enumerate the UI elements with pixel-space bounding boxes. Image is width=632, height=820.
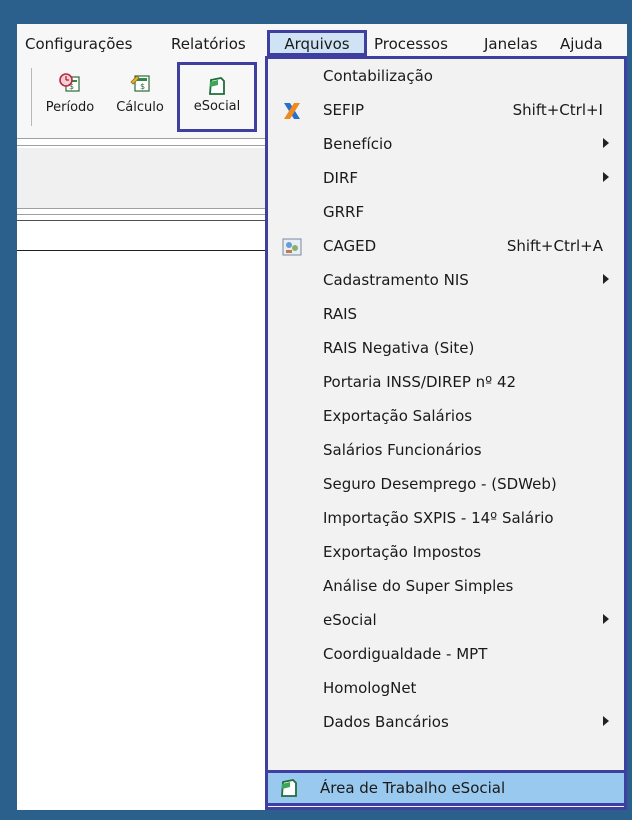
caged-icon	[282, 238, 302, 256]
menu-item-homolognet[interactable]: HomologNet	[271, 671, 621, 705]
esocial-icon	[209, 77, 225, 95]
arquivos-dropdown-menu: Contabilização SEFIP Shift+Ctrl+I Benefí…	[265, 56, 627, 810]
menu-item-contabilizacao[interactable]: Contabilização	[271, 59, 621, 93]
menu-item-label: DIRF	[323, 169, 359, 187]
submenu-arrow-icon	[603, 614, 609, 624]
menu-item-coordigualdade[interactable]: Coordigualdade - MPT	[271, 637, 621, 671]
menu-relatorios[interactable]: Relatórios	[171, 32, 246, 56]
submenu-arrow-icon	[603, 274, 609, 284]
periodo-label: Período	[45, 100, 95, 115]
application-window: Configurações Relatórios Arquivos Proces…	[17, 24, 627, 810]
submenu-arrow-icon	[603, 716, 609, 726]
menu-item-label: GRRF	[323, 203, 365, 221]
menu-item-label: CAGED	[323, 237, 377, 255]
esocial-icon	[281, 779, 297, 797]
calculator-icon: $	[130, 75, 150, 92]
shortcut-text: Shift+Ctrl+A	[506, 237, 603, 255]
calendar-clock-icon: $	[59, 73, 80, 92]
menu-item-label: RAIS Negativa (Site)	[323, 339, 475, 357]
menu-processos[interactable]: Processos	[374, 32, 448, 56]
menu-item-label: HomologNet	[323, 679, 417, 697]
menu-item-label: Exportação Impostos	[323, 543, 482, 561]
menu-item-sefip[interactable]: SEFIP Shift+Ctrl+I	[271, 93, 621, 127]
calculo-label: Cálculo	[116, 100, 164, 115]
svg-text:$: $	[140, 82, 145, 91]
menu-item-salarios-funcionarios[interactable]: Salários Funcionários	[271, 433, 621, 467]
menu-item-label: RAIS	[323, 305, 358, 323]
menu-item-rais-negativa[interactable]: RAIS Negativa (Site)	[271, 331, 621, 365]
menu-item-label: Coordigualdade - MPT	[323, 645, 488, 663]
menu-item-label: Cadastramento NIS	[323, 271, 469, 289]
calculo-button[interactable]: $ Cálculo	[107, 66, 173, 126]
menu-item-grrf[interactable]: GRRF	[271, 195, 621, 229]
menu-janelas[interactable]: Janelas	[484, 32, 538, 56]
menu-item-label: SEFIP	[323, 101, 365, 119]
sefip-x-icon	[284, 103, 300, 119]
menu-item-label: Seguro Desemprego - (SDWeb)	[323, 475, 557, 493]
submenu-arrow-icon	[603, 172, 609, 182]
toolbar-separator	[31, 68, 32, 126]
shortcut-text: Shift+Ctrl+I	[512, 101, 603, 119]
menu-item-dados-bancarios[interactable]: Dados Bancários	[271, 705, 621, 739]
menu-bar: Configurações Relatórios Arquivos Proces…	[17, 24, 627, 60]
menu-item-cadastramento-nis[interactable]: Cadastramento NIS	[271, 263, 621, 297]
esocial-toolbar-button[interactable]: eSocial	[177, 62, 257, 132]
menu-item-label: Exportação Salários	[323, 407, 473, 425]
menu-item-label: Portaria INSS/DIREP nº 42	[323, 373, 517, 391]
menu-item-exportacao-impostos[interactable]: Exportação Impostos	[271, 535, 621, 569]
menu-item-seguro-desemprego[interactable]: Seguro Desemprego - (SDWeb)	[271, 467, 621, 501]
menu-item-beneficio[interactable]: Benefício	[271, 127, 621, 161]
menu-item-analise-super-simples[interactable]: Análise do Super Simples	[271, 569, 621, 603]
menu-item-label: Benefício	[323, 135, 393, 153]
menu-item-esocial[interactable]: eSocial	[271, 603, 621, 637]
menu-item-importacao-sxpis[interactable]: Importação SXPIS - 14º Salário	[271, 501, 621, 535]
menu-item-label: Salários Funcionários	[323, 441, 482, 459]
menu-item-label: eSocial	[323, 611, 377, 629]
menu-item-portaria-inss[interactable]: Portaria INSS/DIREP nº 42	[271, 365, 621, 399]
menu-item-label: Dados Bancários	[323, 713, 449, 731]
periodo-button[interactable]: $ Período	[37, 66, 103, 126]
menu-item-label: Análise do Super Simples	[323, 577, 514, 595]
menu-item-rais[interactable]: RAIS	[271, 297, 621, 331]
menu-item-label: Importação SXPIS - 14º Salário	[323, 509, 554, 527]
esocial-toolbar-label: eSocial	[193, 99, 241, 114]
submenu-arrow-icon	[603, 138, 609, 148]
menu-arquivos[interactable]: Arquivos	[267, 30, 367, 56]
menu-item-label: Contabilização	[323, 67, 433, 85]
menu-item-label: Área de Trabalho eSocial	[320, 779, 506, 797]
menu-ajuda[interactable]: Ajuda	[560, 32, 603, 56]
menu-configuracoes[interactable]: Configurações	[25, 32, 132, 56]
menu-item-area-trabalho-esocial[interactable]: Área de Trabalho eSocial	[265, 770, 627, 806]
menu-item-exportacao-salarios[interactable]: Exportação Salários	[271, 399, 621, 433]
menu-item-caged[interactable]: CAGED Shift+Ctrl+A	[271, 229, 621, 263]
menu-item-dirf[interactable]: DIRF	[271, 161, 621, 195]
